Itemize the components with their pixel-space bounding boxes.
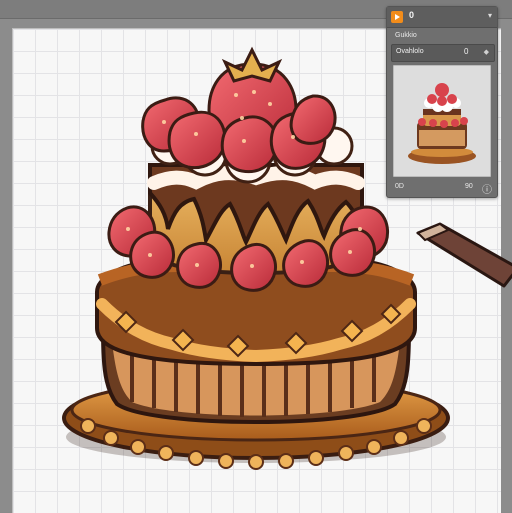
panel-setting-row[interactable]: Ovahlolo 0 ◆ [391,44,495,62]
panel-subtitle: Gukkio [395,32,417,39]
diamond-icon: ◆ [483,49,489,56]
panel-footer-left: 0D [395,183,404,190]
chevron-down-icon[interactable]: ▾ [488,11,492,20]
info-icon[interactable]: ⓘ [482,181,492,196]
panel-footer: 0D 90 ⓘ [387,181,497,196]
panel-footer-right: 90 [465,183,473,190]
panel-badge: 0 [409,10,415,20]
preview-panel: 0 ▾ Gukkio Ovahlolo 0 ◆ 0D 90 ⓘ [386,6,498,198]
preview-thumbnail [393,65,491,177]
panel-setting-label: Ovahlolo [396,48,424,55]
play-icon[interactable] [391,11,403,23]
panel-header: 0 ▾ [387,7,497,28]
pencil-icon[interactable] [410,220,512,290]
app-frame: 0 ▾ Gukkio Ovahlolo 0 ◆ 0D 90 ⓘ [0,0,512,513]
preview-cake-image [408,83,476,164]
panel-setting-value: 0 [464,47,469,56]
